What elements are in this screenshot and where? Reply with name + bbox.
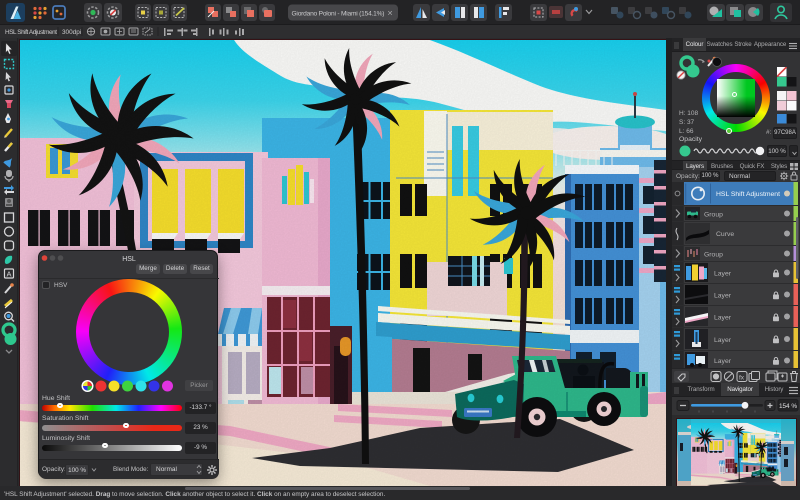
svg-text:Layer: Layer	[714, 337, 732, 344]
svg-text:HSL Shift Adjustment: HSL Shift Adjustment	[5, 29, 57, 36]
svg-text:Layer: Layer	[714, 293, 732, 300]
svg-text:Layer: Layer	[714, 271, 732, 278]
svg-text:fx: fx	[739, 375, 745, 382]
svg-text:Giordano Poloni - Miami (154.1: Giordano Poloni - Miami (154.1%)	[292, 10, 385, 17]
svg-text:Group: Group	[704, 252, 723, 259]
svg-text:Layer: Layer	[714, 315, 732, 322]
svg-text:HSL: HSL	[122, 256, 136, 263]
svg-text:300dpi: 300dpi	[62, 29, 81, 36]
svg-text:A: A	[6, 270, 11, 279]
svg-text:Layer: Layer	[714, 358, 732, 365]
svg-text:154 %: 154 %	[779, 403, 797, 410]
svg-text:Curve: Curve	[716, 231, 734, 238]
svg-text:Group: Group	[704, 212, 723, 219]
svg-text:HSL Shift Adjustment: HSL Shift Adjustment	[716, 191, 780, 198]
svg-text:✕: ✕	[387, 11, 393, 18]
